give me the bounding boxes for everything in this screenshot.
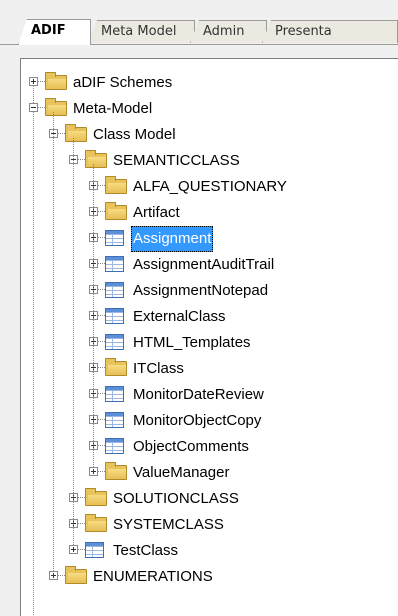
tree-connector	[58, 133, 65, 134]
tree-node[interactable]: ObjectComments	[21, 434, 398, 460]
folder-icon	[45, 72, 67, 90]
tree-node-label: MonitorDateReview	[133, 386, 264, 403]
table-icon	[85, 542, 104, 558]
tab-presentation[interactable]: Presenta	[262, 20, 398, 43]
tree-node[interactable]: AssignmentNotepad	[21, 278, 398, 304]
tree-node[interactable]: ENUMERATIONS	[21, 564, 398, 590]
expand-toggle-icon[interactable]	[69, 545, 78, 554]
table-icon	[105, 438, 124, 454]
tree-connector	[98, 341, 105, 342]
tree-node[interactable]: Class Model	[21, 122, 398, 148]
tree-connector-line	[33, 86, 34, 103]
tree-node-label: ALFA_QUESTIONARY	[133, 178, 287, 195]
tree-node-label: Meta-Model	[73, 100, 153, 117]
tree-node-selected[interactable]: Assignment	[21, 226, 398, 252]
tree-view[interactable]: aDIF Schemes Meta-Model Class Model SEMANTI…	[20, 58, 398, 616]
folder-icon	[45, 98, 67, 116]
expand-toggle-icon[interactable]	[89, 467, 98, 476]
tree-node[interactable]: SOLUTIONCLASS	[21, 486, 398, 512]
tree-node-label: ITClass	[133, 360, 184, 377]
tree-connector	[98, 237, 105, 238]
tree-connector	[78, 523, 85, 524]
tree-node[interactable]: ITClass	[21, 356, 398, 382]
tree-node[interactable]: ValueManager	[21, 460, 398, 486]
tree-node[interactable]: ExternalClass	[21, 304, 398, 330]
tree-node-label: SEMANTICCLASS	[113, 152, 240, 169]
tree-connector-line	[33, 112, 34, 616]
tree-node[interactable]: MonitorDateReview	[21, 382, 398, 408]
table-icon	[105, 412, 124, 428]
tree-connector	[98, 263, 105, 264]
collapse-toggle-icon[interactable]	[29, 103, 38, 112]
tree-connector	[98, 289, 105, 290]
tree-node[interactable]: ALFA_QUESTIONARY	[21, 174, 398, 200]
tree-connector	[98, 419, 105, 420]
folder-icon	[105, 358, 127, 376]
tree-connector	[38, 81, 45, 82]
folder-icon	[85, 488, 107, 506]
tree-node[interactable]: aDIF Schemes	[21, 70, 398, 96]
table-icon	[105, 230, 124, 246]
tree-connector-line	[53, 112, 54, 571]
tree-connector	[58, 575, 65, 576]
table-icon	[105, 334, 124, 350]
tree-node-label: ValueManager	[133, 464, 230, 481]
tab-admin[interactable]: Admin	[190, 20, 267, 43]
tree-node[interactable]: SYSTEMCLASS	[21, 512, 398, 538]
folder-icon	[105, 176, 127, 194]
table-icon	[105, 282, 124, 298]
tree-node[interactable]: Meta-Model	[21, 96, 398, 122]
tree-node-label: TestClass	[113, 542, 179, 559]
tree-node[interactable]: Artifact	[21, 200, 398, 226]
tree-connector	[98, 445, 105, 446]
tree-node-label: HTML_Templates	[133, 334, 251, 351]
table-icon	[105, 308, 124, 324]
tree-connector	[98, 185, 105, 186]
tab-bar: ADIF Meta Model Admin Presenta	[0, 0, 398, 45]
tree-connector	[78, 549, 85, 550]
tree-node-label: MonitorObjectCopy	[133, 412, 262, 429]
tree-node[interactable]: AssignmentAuditTrail	[21, 252, 398, 278]
table-icon	[105, 386, 124, 402]
tree-connector-line	[93, 164, 94, 467]
tree-connector	[78, 159, 85, 160]
tree-connector	[78, 497, 85, 498]
tree-node[interactable]: MonitorObjectCopy	[21, 408, 398, 434]
tree-node-label: Class Model	[93, 126, 176, 143]
tree-connector	[98, 393, 105, 394]
tree-node[interactable]: SEMANTICCLASS	[21, 148, 398, 174]
tree-connector	[98, 367, 105, 368]
table-icon	[105, 256, 124, 272]
tree-node-label: Artifact	[133, 204, 180, 221]
tree-node[interactable]: TestClass	[21, 538, 398, 564]
tree-connector	[38, 107, 45, 108]
tree-node-label: AssignmentAuditTrail	[133, 256, 275, 273]
tree-node-label: ExternalClass	[133, 308, 226, 325]
tree-connector	[98, 315, 105, 316]
folder-icon	[105, 202, 127, 220]
tab-adif[interactable]: ADIF	[18, 19, 91, 45]
tree-node-label: SOLUTIONCLASS	[113, 490, 239, 507]
tree-node-label: aDIF Schemes	[73, 74, 173, 91]
tree-node-label: AssignmentNotepad	[133, 282, 269, 299]
folder-icon	[85, 514, 107, 532]
folder-icon	[105, 462, 127, 480]
tree-node-label: Assignment	[131, 226, 214, 252]
folder-icon	[85, 150, 107, 168]
tree-connector-line	[73, 138, 74, 545]
tree-node-label: SYSTEMCLASS	[113, 516, 224, 533]
tree-node-label: ENUMERATIONS	[93, 568, 213, 585]
tree-connector	[98, 211, 105, 212]
folder-icon	[65, 124, 87, 142]
tree-node[interactable]: HTML_Templates	[21, 330, 398, 356]
tab-meta-model[interactable]: Meta Model	[88, 20, 195, 43]
expand-toggle-icon[interactable]	[49, 571, 58, 580]
folder-icon	[65, 566, 87, 584]
tree-node-label: ObjectComments	[133, 438, 249, 455]
tree-connector	[98, 471, 105, 472]
expand-toggle-icon[interactable]	[29, 77, 38, 86]
